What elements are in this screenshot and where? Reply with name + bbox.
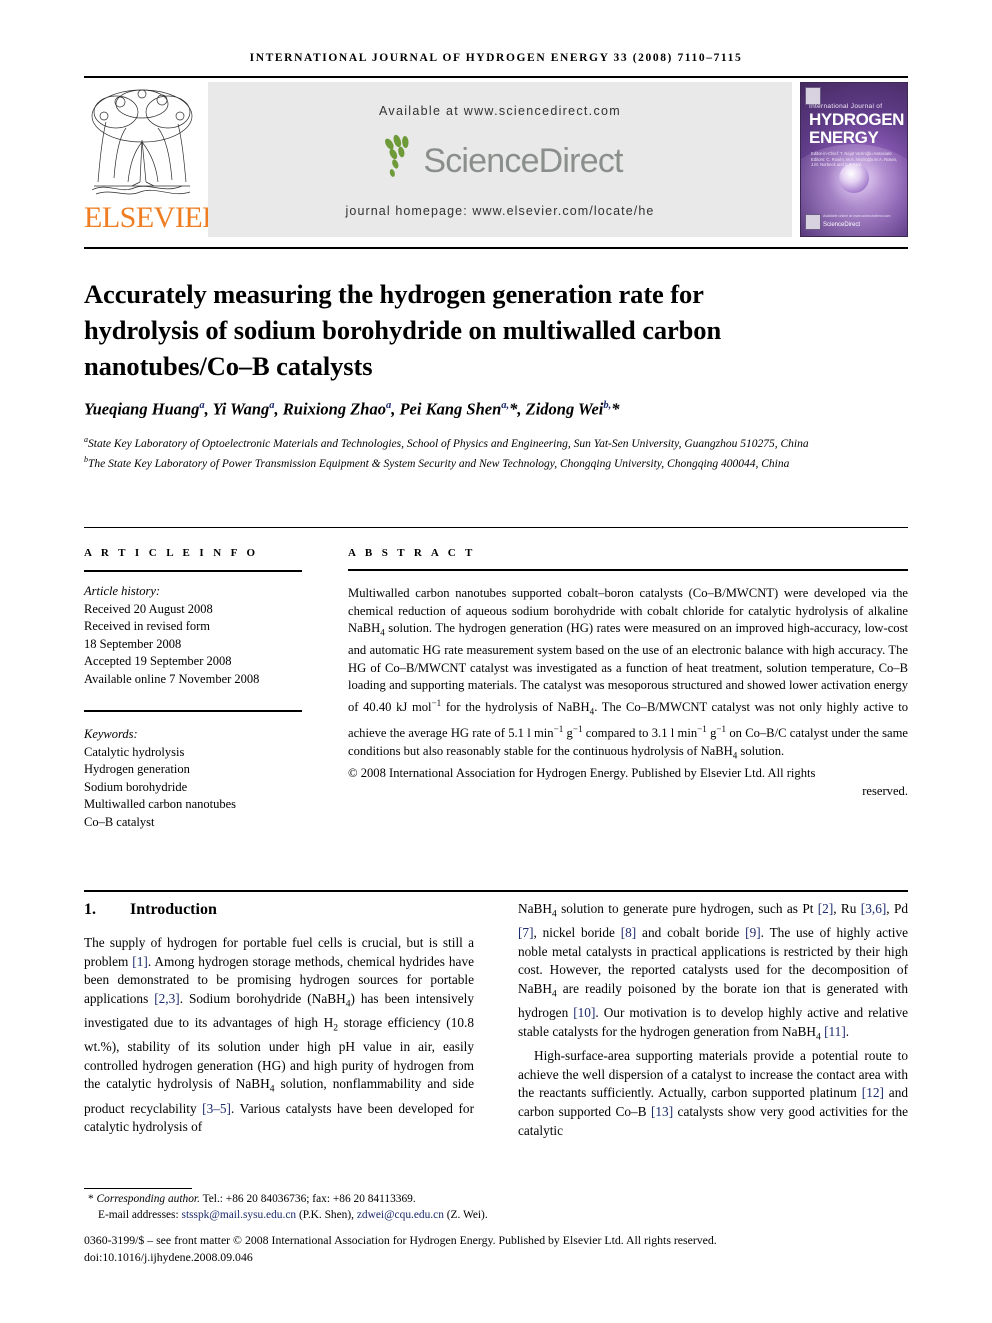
article-title: Accurately measuring the hydrogen genera… bbox=[84, 278, 722, 381]
elsevier-wordmark: ELSEVIER bbox=[84, 201, 222, 234]
running-head: INTERNATIONAL JOURNAL OF HYDROGEN ENERGY… bbox=[249, 52, 743, 64]
article-info-rule bbox=[84, 570, 302, 572]
abstract-copyright: © 2008 International Association for Hyd… bbox=[348, 766, 908, 798]
cover-editors: Editor-in-Chief: T. Nejat Veziroğlu Asso… bbox=[811, 151, 898, 168]
cover-line-1: International Journal of bbox=[809, 103, 883, 110]
sciencedirect-wordmark: ScienceDirect bbox=[423, 142, 623, 180]
article-info-column: A R T I C L E I N F O Article history: R… bbox=[84, 547, 302, 831]
keyword-item: Hydrogen generation bbox=[84, 762, 190, 776]
doi-line: doi:10.1016/j.ijhydene.2008.09.046 bbox=[84, 1249, 253, 1264]
history-item: Available online 7 November 2008 bbox=[84, 671, 260, 686]
cover-bottom-badge-icon bbox=[805, 214, 821, 230]
journal-homepage-text: journal homepage: www.elsevier.com/locat… bbox=[345, 204, 655, 218]
abstract-heading: A B S T R A C T bbox=[348, 547, 476, 559]
article-history: Article history: Received 20 August 2008… bbox=[84, 583, 302, 688]
article-history-label: Article history: bbox=[84, 584, 161, 598]
keyword-item: Co–B catalyst bbox=[84, 814, 155, 829]
header-rule bbox=[84, 76, 908, 78]
issn-line: 0360-3199/$ – see front matter © 2008 In… bbox=[84, 1233, 717, 1247]
author-list: Yueqiang Huanga, Yi Wanga, Ruixiong Zhao… bbox=[84, 399, 620, 419]
article-info-heading: A R T I C L E I N F O bbox=[84, 547, 259, 559]
sciencedirect-logo: ScienceDirect bbox=[208, 134, 792, 192]
cover-line-2: HYDROGEN bbox=[809, 110, 905, 129]
section-number: 1. bbox=[84, 901, 96, 918]
abstract-text: Multiwalled carbon nanotubes supported c… bbox=[348, 586, 908, 761]
corresponding-author-note: * Corresponding author. Tel.: +86 20 840… bbox=[88, 1193, 416, 1205]
keyword-item: Catalytic hydrolysis bbox=[84, 744, 185, 759]
body-column-right: NaBH4 solution to generate pure hydrogen… bbox=[518, 900, 908, 1140]
sciencedirect-band: Available at www.sciencedirect.com Scien… bbox=[208, 82, 792, 237]
keyword-item: Multiwalled carbon nanotubes bbox=[84, 797, 237, 811]
elsevier-logo: ELSEVIER bbox=[84, 82, 222, 237]
sciencedirect-leaf-icon bbox=[385, 134, 409, 177]
cover-sciencedirect-sup: Available online at www.sciencedirect.co… bbox=[823, 214, 891, 218]
body-top-rule bbox=[84, 890, 908, 892]
abstract-rule bbox=[348, 569, 908, 571]
info-top-rule bbox=[84, 527, 908, 528]
cover-line-3: ENERGY bbox=[809, 128, 879, 147]
elsevier-tree-icon bbox=[91, 89, 193, 195]
section-title: Introduction bbox=[130, 901, 217, 918]
cover-sciencedirect-badge: ScienceDirect bbox=[823, 222, 861, 228]
keywords-block: Keywords: Catalytic hydrolysis Hydrogen … bbox=[84, 726, 302, 831]
history-item: 18 September 2008 bbox=[84, 636, 182, 651]
journal-article-page: INTERNATIONAL JOURNAL OF HYDROGEN ENERGY… bbox=[0, 0, 992, 1323]
email-addresses-note: E-mail addresses: stsspk@mail.sysu.edu.c… bbox=[98, 1208, 488, 1221]
keywords-rule bbox=[84, 710, 302, 712]
available-at-text: Available at www.sciencedirect.com bbox=[379, 104, 621, 118]
keywords-label: Keywords: bbox=[84, 727, 138, 741]
intro-paragraph: The supply of hydrogen for portable fuel… bbox=[84, 935, 475, 1135]
masthead-bottom-rule bbox=[84, 247, 908, 249]
issn-copyright-block: 0360-3199/$ – see front matter © 2008 In… bbox=[84, 1232, 908, 1265]
masthead: ELSEVIER Available at www.sciencedirect.… bbox=[84, 82, 908, 237]
footnotes: * Corresponding author. Tel.: +86 20 840… bbox=[84, 1192, 908, 1223]
journal-cover-thumbnail: International Journal of HYDROGEN ENERGY… bbox=[800, 82, 908, 237]
history-item: Received in revised form bbox=[84, 619, 210, 633]
history-item: Received 20 August 2008 bbox=[84, 601, 213, 616]
history-item: Accepted 19 September 2008 bbox=[84, 654, 232, 668]
section-heading-introduction: 1. Introduction bbox=[84, 900, 474, 920]
footnote-rule bbox=[84, 1188, 192, 1189]
intro-paragraph: High-surface-area supporting materials p… bbox=[518, 1048, 908, 1138]
body-column-left: 1. Introduction The supply of hydrogen fo… bbox=[84, 900, 474, 1137]
abstract-column: A B S T R A C T Multiwalled carbon nanot… bbox=[348, 547, 908, 800]
affiliations: aState Key Laboratory of Optoelectronic … bbox=[84, 435, 809, 471]
keyword-item: Sodium borohydride bbox=[84, 779, 188, 794]
intro-paragraph: NaBH4 solution to generate pure hydrogen… bbox=[518, 901, 908, 1043]
